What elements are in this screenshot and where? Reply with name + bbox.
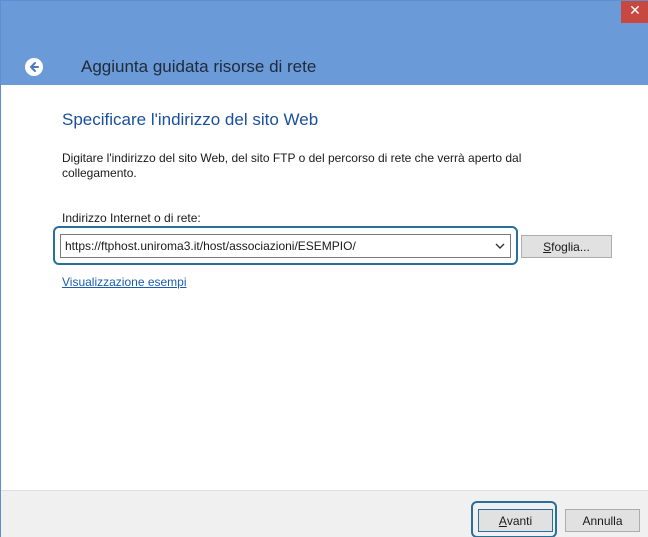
cancel-label: Annulla: [582, 513, 623, 528]
next-button[interactable]: Avanti: [478, 509, 553, 532]
wizard-header: Aggiunta guidata risorse di rete: [1, 43, 648, 85]
close-button[interactable]: ✕: [621, 1, 648, 23]
close-icon: ✕: [629, 3, 641, 19]
browse-label: foglia...: [551, 239, 590, 254]
back-button[interactable]: [25, 58, 43, 76]
view-examples-link[interactable]: Visualizzazione esempi: [62, 275, 187, 289]
wizard-content: Specificare l'indirizzo del sito Web Dig…: [1, 85, 648, 490]
wizard-window: ✕ Aggiunta guidata risorse di rete Speci…: [0, 0, 648, 537]
browse-button[interactable]: Sfoglia...: [521, 235, 612, 258]
chevron-down-icon[interactable]: [494, 241, 506, 251]
address-field-label: Indirizzo Internet o di rete:: [62, 211, 201, 225]
next-label: vanti: [506, 513, 533, 528]
address-input[interactable]: [61, 235, 491, 257]
back-arrow-icon: [30, 62, 39, 72]
browse-accesskey: S: [543, 239, 552, 254]
address-combobox[interactable]: [60, 234, 511, 258]
next-accesskey: A: [498, 513, 507, 528]
wizard-title: Aggiunta guidata risorse di rete: [81, 57, 317, 76]
cancel-button[interactable]: Annulla: [565, 509, 640, 532]
title-bar: ✕: [1, 1, 648, 43]
page-title: Specificare l'indirizzo del sito Web: [62, 110, 319, 129]
instructions-text: Digitare l'indirizzo del sito Web, del s…: [62, 151, 522, 180]
wizard-footer: Avanti Annulla: [1, 490, 648, 537]
